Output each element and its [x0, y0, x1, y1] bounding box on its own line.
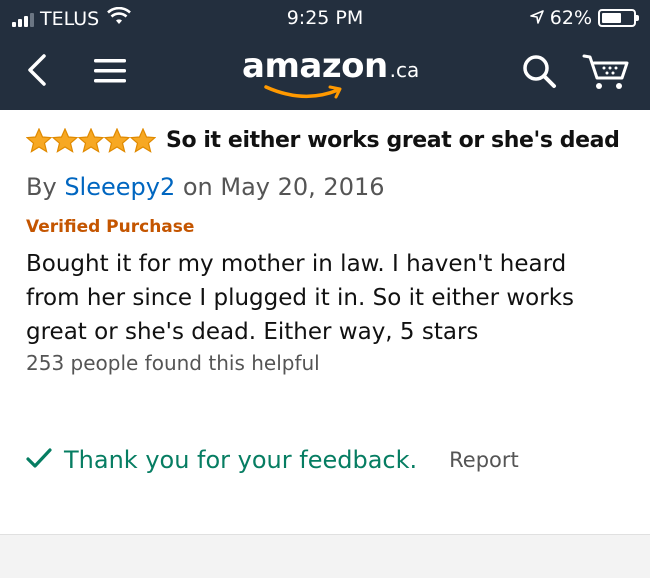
by-label: By — [26, 173, 57, 201]
status-right: 62% — [529, 7, 639, 29]
author-link[interactable]: Sleeepy2 — [64, 173, 175, 201]
battery-icon — [598, 9, 639, 27]
feedback-thanks: Thank you for your feedback. — [64, 446, 418, 474]
star-rating — [26, 128, 156, 153]
review-body-line: great or she's dead. Either way, 5 stars — [26, 319, 479, 345]
review-title[interactable]: So it either works great or she's dead — [166, 128, 620, 153]
back-chevron-icon[interactable] — [24, 52, 50, 92]
logo-word: amazon — [242, 46, 388, 86]
status-bar: TELUS 9:25 PM 62% — [0, 0, 650, 36]
verified-purchase-badge: Verified Purchase — [26, 217, 195, 237]
checkmark-icon — [26, 447, 52, 473]
review-body-line: from her since I plugged it in. So it ei… — [26, 285, 575, 311]
battery-percent: 62% — [549, 7, 592, 29]
review-date: on May 20, 2016 — [182, 173, 385, 201]
feedback-row: Thank you for your feedback. Report — [26, 446, 519, 474]
report-link[interactable]: Report — [449, 448, 519, 472]
amazon-logo[interactable]: amazon .ca — [242, 46, 420, 99]
review-title-row: So it either works great or she's dead — [26, 128, 636, 153]
helpful-count: 253 people found this helpful — [26, 351, 320, 375]
cart-icon[interactable] — [582, 52, 630, 96]
star-icon — [104, 128, 130, 153]
review-card: So it either works great or she's dead B… — [26, 128, 636, 375]
star-icon — [26, 128, 52, 153]
review-body-line: Bought it for my mother in law. I haven'… — [26, 251, 567, 277]
location-arrow-icon — [529, 7, 544, 29]
search-icon[interactable] — [520, 52, 558, 94]
star-icon — [52, 128, 78, 153]
star-icon — [130, 128, 156, 153]
logo-tld: .ca — [389, 58, 420, 82]
logo-smile-icon — [264, 85, 342, 99]
review-body: Bought it for my mother in law. I haven'… — [26, 247, 626, 349]
nav-bar: amazon .ca — [0, 40, 650, 104]
app-header: TELUS 9:25 PM 62% amazon .ca — [0, 0, 650, 110]
menu-icon[interactable] — [94, 58, 126, 88]
bottom-divider-area — [0, 534, 650, 578]
star-icon — [78, 128, 104, 153]
review-byline: By Sleeepy2 on May 20, 2016 — [26, 173, 636, 201]
